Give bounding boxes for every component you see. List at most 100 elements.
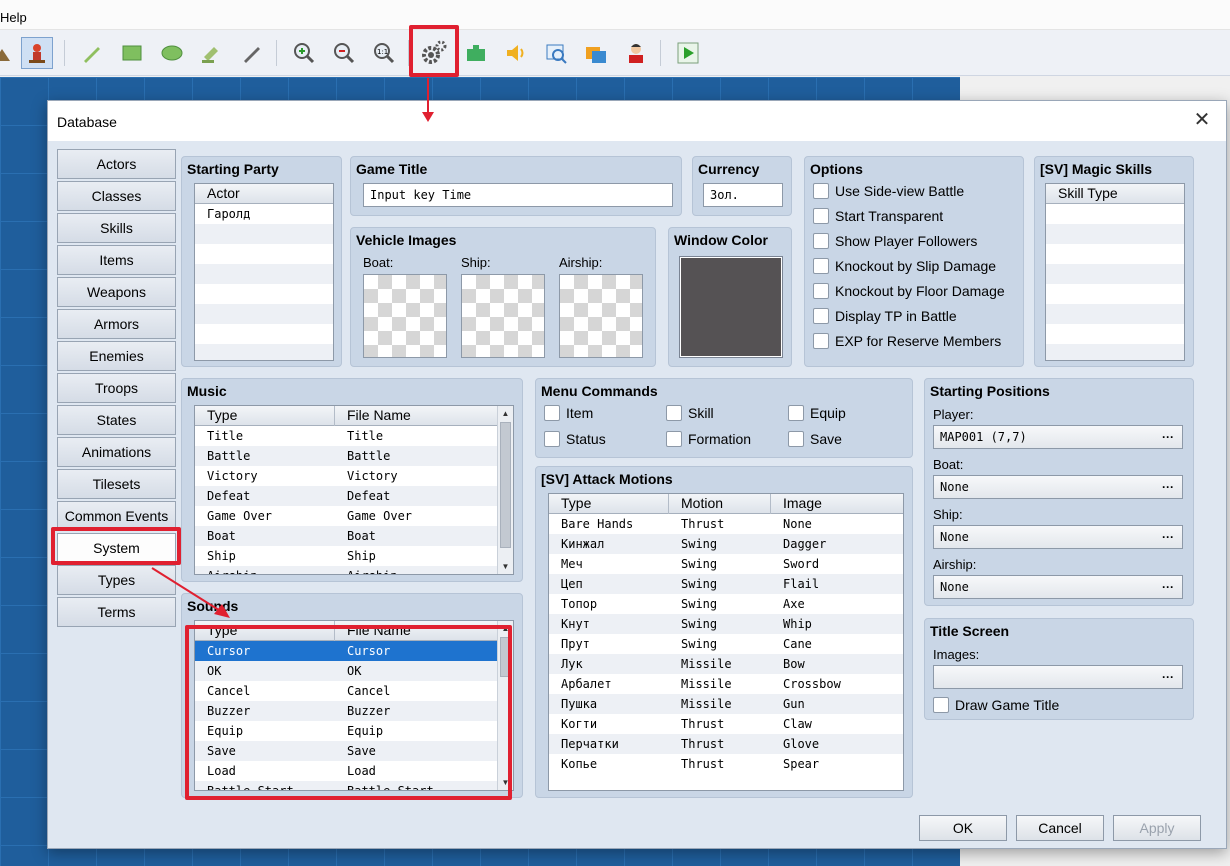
skill-type-row[interactable]: [1046, 284, 1184, 304]
skill-type-row[interactable]: [1046, 204, 1184, 224]
cancel-button[interactable]: Cancel: [1016, 815, 1104, 841]
starting-party-list[interactable]: Actor Гаролд: [194, 183, 334, 361]
scroll-thumb[interactable]: [500, 422, 511, 548]
motion-row[interactable]: Арбалет Missile Crossbow: [549, 674, 903, 694]
magic-skills-list[interactable]: Skill Type: [1045, 183, 1185, 361]
menu-help[interactable]: Help: [0, 10, 27, 25]
zoom-out-icon[interactable]: [328, 37, 360, 69]
motion-row[interactable]: Кинжал Swing Dagger: [549, 534, 903, 554]
motion-row[interactable]: Прут Swing Cane: [549, 634, 903, 654]
party-row[interactable]: [195, 304, 333, 324]
music-row[interactable]: Title Title: [195, 426, 499, 446]
music-row[interactable]: Defeat Defeat: [195, 486, 499, 506]
option-checkbox[interactable]: [813, 233, 829, 249]
ship-position-picker[interactable]: None ···: [933, 525, 1183, 549]
event-icon[interactable]: [21, 37, 53, 69]
playtest-icon[interactable]: [672, 37, 704, 69]
boat-position-picker[interactable]: None ···: [933, 475, 1183, 499]
motion-row[interactable]: Кнут Swing Whip: [549, 614, 903, 634]
tab-weapons[interactable]: Weapons: [57, 277, 176, 307]
music-row[interactable]: Victory Victory: [195, 466, 499, 486]
motion-row[interactable]: Bare Hands Thrust None: [549, 514, 903, 534]
ship-image-preview[interactable]: [461, 274, 545, 358]
motion-row[interactable]: Топор Swing Axe: [549, 594, 903, 614]
skill-type-row[interactable]: [1046, 264, 1184, 284]
motion-row[interactable]: Меч Swing Sword: [549, 554, 903, 574]
tab-states[interactable]: States: [57, 405, 176, 435]
skill-type-row[interactable]: [1046, 244, 1184, 264]
tab-animations[interactable]: Animations: [57, 437, 176, 467]
music-row[interactable]: AirshipAirship: [195, 566, 499, 574]
music-scrollbar[interactable]: ▲ ▼: [497, 406, 513, 574]
avatar-icon[interactable]: [620, 37, 652, 69]
option-checkbox[interactable]: [813, 333, 829, 349]
motion-row[interactable]: Копье Thrust Spear: [549, 754, 903, 774]
sound-icon[interactable]: [500, 37, 532, 69]
music-row[interactable]: Battle Battle: [195, 446, 499, 466]
tab-skills[interactable]: Skills: [57, 213, 176, 243]
party-row[interactable]: [195, 344, 333, 360]
music-row[interactable]: Boat Boat: [195, 526, 499, 546]
character-generator-icon[interactable]: [580, 37, 612, 69]
option-checkbox[interactable]: [813, 258, 829, 274]
music-row[interactable]: Game Over Game Over: [195, 506, 499, 526]
motion-row[interactable]: Лук Missile Bow: [549, 654, 903, 674]
player-position-picker[interactable]: MAP001 (7,7) ···: [933, 425, 1183, 449]
fill-icon[interactable]: [196, 37, 228, 69]
option-checkbox[interactable]: [813, 208, 829, 224]
tab-actors[interactable]: Actors: [57, 149, 176, 179]
party-row[interactable]: [195, 324, 333, 344]
menu-command-checkbox[interactable]: [544, 431, 560, 447]
plugin-icon[interactable]: [460, 37, 492, 69]
skill-type-row[interactable]: [1046, 224, 1184, 244]
motion-row[interactable]: Перчатки Thrust Glove: [549, 734, 903, 754]
resource-icon[interactable]: [540, 37, 572, 69]
actual-size-icon[interactable]: 1:1: [368, 37, 400, 69]
music-list[interactable]: Type File Name Title Title Battle Battle Vic…: [194, 405, 514, 575]
music-row[interactable]: Ship Ship: [195, 546, 499, 566]
apply-button[interactable]: Apply: [1113, 815, 1201, 841]
skill-type-row[interactable]: [1046, 324, 1184, 344]
window-color-preview[interactable]: [679, 256, 783, 358]
attack-motions-list[interactable]: Type Motion Image Bare Hands Thrust None Ки…: [548, 493, 904, 791]
rectangle-icon[interactable]: [116, 37, 148, 69]
option-checkbox[interactable]: [813, 183, 829, 199]
tab-items[interactable]: Items: [57, 245, 176, 275]
party-row[interactable]: Гаролд: [195, 204, 333, 224]
title-images-picker[interactable]: ···: [933, 665, 1183, 689]
tab-tilesets[interactable]: Tilesets: [57, 469, 176, 499]
tab-troops[interactable]: Troops: [57, 373, 176, 403]
zoom-in-icon[interactable]: [288, 37, 320, 69]
party-row[interactable]: [195, 224, 333, 244]
option-checkbox[interactable]: [813, 283, 829, 299]
menu-command-checkbox[interactable]: [544, 405, 560, 421]
motion-row[interactable]: Цеп Swing Flail: [549, 574, 903, 594]
shadow-pen-icon[interactable]: [236, 37, 268, 69]
motion-row[interactable]: Пушка Missile Gun: [549, 694, 903, 714]
airship-image-preview[interactable]: [559, 274, 643, 358]
airship-position-picker[interactable]: None ···: [933, 575, 1183, 599]
boat-image-preview[interactable]: [363, 274, 447, 358]
draw-game-title-checkbox[interactable]: [933, 697, 949, 713]
map-icon[interactable]: [0, 37, 20, 69]
motion-row[interactable]: Когти Thrust Claw: [549, 714, 903, 734]
menu-command-checkbox[interactable]: [666, 405, 682, 421]
menu-command-checkbox[interactable]: [666, 431, 682, 447]
close-icon[interactable]: ✕: [1192, 110, 1212, 131]
tab-armors[interactable]: Armors: [57, 309, 176, 339]
skill-type-row[interactable]: [1046, 304, 1184, 324]
party-row[interactable]: [195, 284, 333, 304]
party-row[interactable]: [195, 244, 333, 264]
ellipse-icon[interactable]: [156, 37, 188, 69]
scroll-down-icon[interactable]: ▼: [498, 559, 513, 574]
tab-terms[interactable]: Terms: [57, 597, 176, 627]
tab-classes[interactable]: Classes: [57, 181, 176, 211]
skill-type-row[interactable]: [1046, 344, 1184, 360]
currency-input[interactable]: Зол.: [703, 183, 783, 207]
menu-command-checkbox[interactable]: [788, 405, 804, 421]
pencil-icon[interactable]: [76, 37, 108, 69]
menu-command-checkbox[interactable]: [788, 431, 804, 447]
tab-enemies[interactable]: Enemies: [57, 341, 176, 371]
game-title-input[interactable]: Input key Time: [363, 183, 673, 207]
ok-button[interactable]: OK: [919, 815, 1007, 841]
